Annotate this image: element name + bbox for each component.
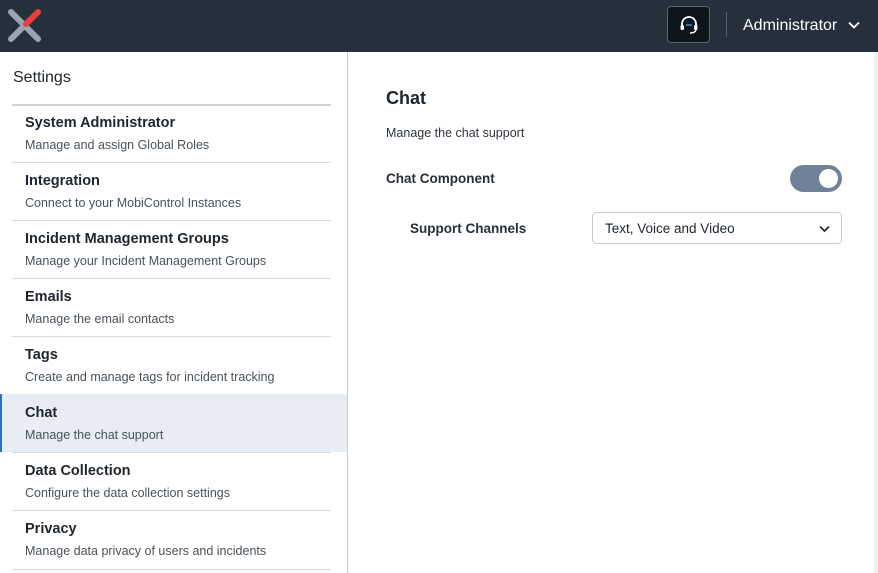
headset-icon	[680, 15, 697, 34]
sidebar-item-title: System Administrator	[25, 115, 176, 131]
chat-settings-panel: Chat Manage the chat support Chat Compon…	[348, 52, 874, 573]
sidebar-item-system-administrator[interactable]: System Administrator Manage and assign G…	[0, 104, 347, 162]
sidebar-item-tags[interactable]: Tags Create and manage tags for incident…	[0, 336, 347, 394]
sidebar-item-description: Manage data privacy of users and inciden…	[25, 544, 267, 558]
toggle-knob	[819, 169, 838, 188]
chat-component-label: Chat Component	[386, 171, 495, 186]
user-name: Administrator	[743, 17, 838, 34]
chevron-down-icon	[819, 225, 830, 233]
user-menu[interactable]: Administrator	[743, 0, 867, 52]
sidebar-item-title: Data Collection	[25, 463, 131, 479]
support-channels-select[interactable]: Text, Voice and Video	[592, 212, 842, 244]
sidebar-item-title: Privacy	[25, 521, 77, 537]
sidebar-item-title: Integration	[25, 173, 100, 189]
sidebar-item-title: Chat	[25, 405, 58, 421]
sidebar-item-title: Incident Management Groups	[25, 231, 229, 247]
sidebar-item-title: Emails	[25, 289, 72, 305]
sidebar-item-description: Manage your Incident Management Groups	[25, 254, 267, 268]
chevron-down-icon	[848, 21, 860, 29]
page-title: Chat	[386, 88, 426, 108]
sidebar-item-description: Manage and assign Global Roles	[25, 138, 210, 152]
app-logo[interactable]	[7, 7, 43, 43]
sidebar-item-description: Connect to your MobiControl Instances	[25, 196, 242, 210]
scroll-gutter	[874, 52, 878, 573]
sidebar-item-incident-management-groups[interactable]: Incident Management Groups Manage your I…	[0, 220, 347, 278]
sidebar-item-emails[interactable]: Emails Manage the email contacts	[0, 278, 347, 336]
sidebar-item-description: Create and manage tags for incident trac…	[25, 370, 275, 384]
settings-sidebar: Settings System Administrator Manage and…	[0, 52, 348, 573]
support-channels-label: Support Channels	[410, 221, 527, 236]
chat-component-toggle[interactable]	[790, 165, 842, 192]
settings-menu: System Administrator Manage and assign G…	[0, 104, 347, 568]
sidebar-item-integration[interactable]: Integration Connect to your MobiControl …	[0, 162, 347, 220]
sidebar-item-chat[interactable]: Chat Manage the chat support	[0, 394, 347, 452]
page-subtitle: Manage the chat support	[386, 126, 525, 140]
sidebar-title: Settings	[13, 69, 71, 86]
topbar-divider	[726, 12, 727, 37]
sidebar-item-title: Tags	[25, 347, 58, 363]
sidebar-item-description: Configure the data collection settings	[25, 486, 230, 500]
top-bar: Administrator	[0, 0, 878, 52]
support-button[interactable]	[667, 6, 710, 43]
support-channels-value: Text, Voice and Video	[605, 221, 735, 236]
sidebar-item-description: Manage the email contacts	[25, 312, 175, 326]
sidebar-item-privacy[interactable]: Privacy Manage data privacy of users and…	[0, 510, 347, 568]
sidebar-item-data-collection[interactable]: Data Collection Configure the data colle…	[0, 452, 347, 510]
sidebar-item-description: Manage the chat support	[25, 428, 164, 442]
menu-divider	[12, 569, 331, 570]
